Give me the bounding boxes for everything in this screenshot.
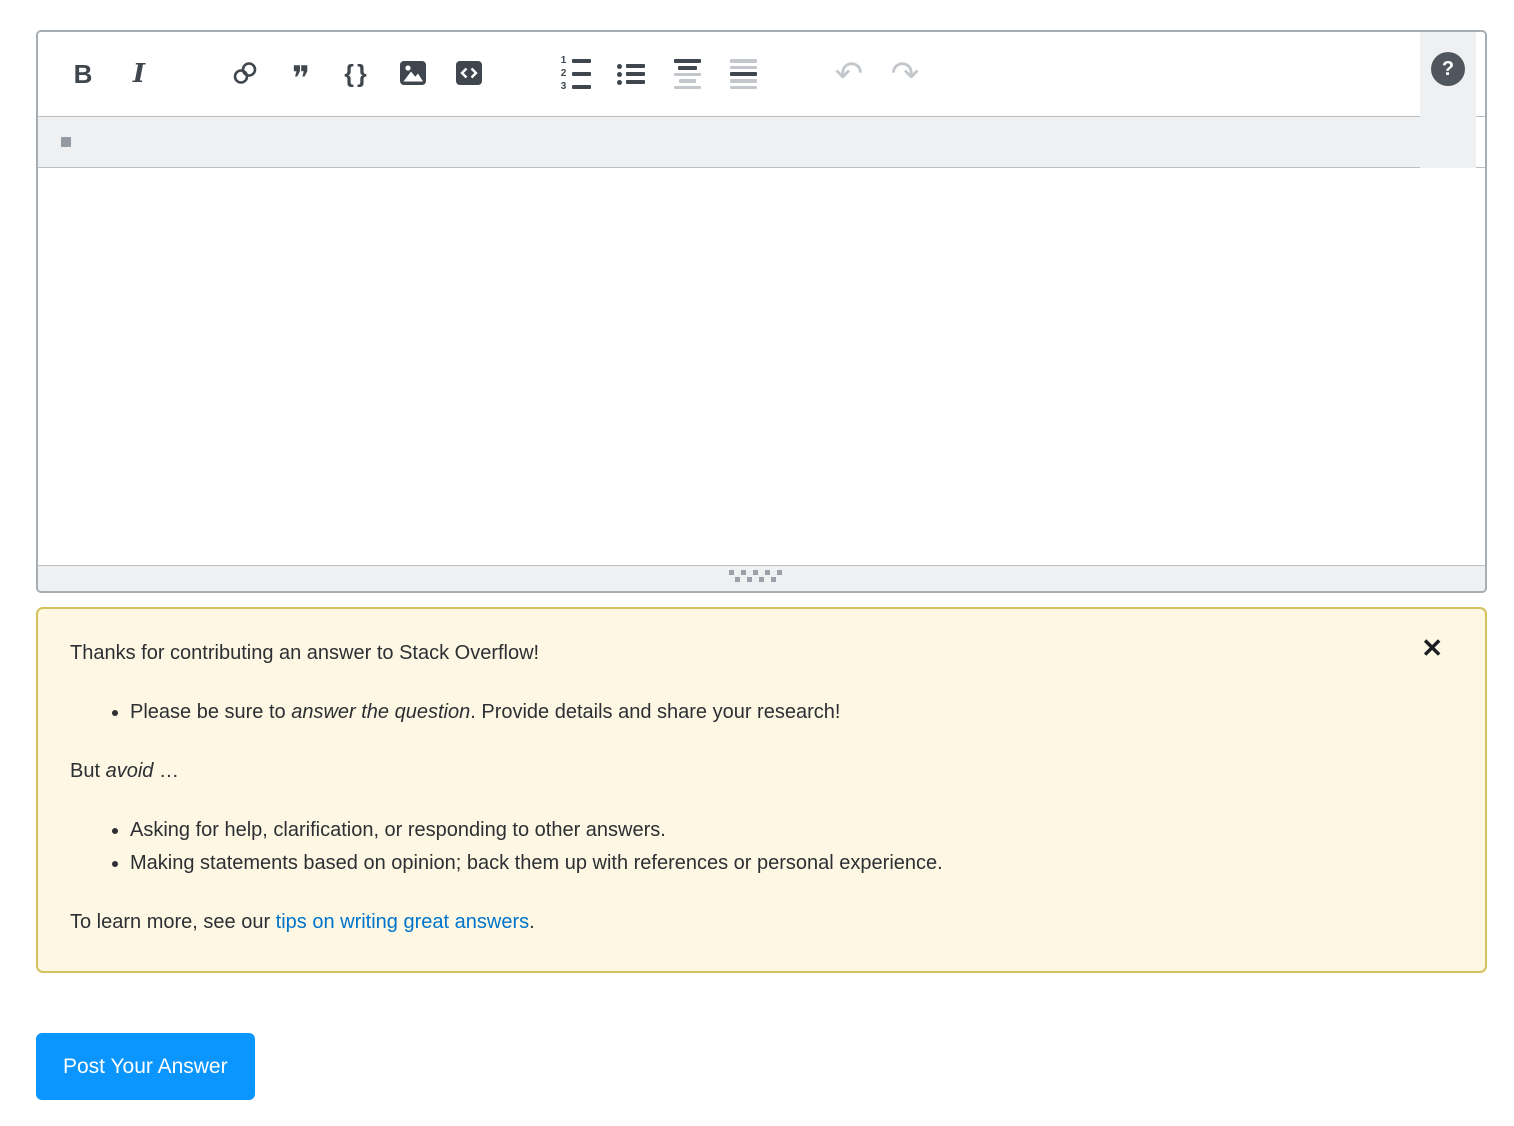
editor-statusbar <box>38 117 1475 167</box>
toolbar-group-history: ↶ ↷ <box>826 51 938 97</box>
post-your-answer-button[interactable]: Post Your Answer <box>36 1033 255 1100</box>
ordered-list-icon: 1 2 3 <box>559 56 591 92</box>
inline-code-icon: {} <box>344 59 370 88</box>
notice-avoid-item: Asking for help, clarification, or respo… <box>130 814 1449 847</box>
statusbar-gap <box>1475 117 1485 167</box>
horizontal-rule-icon <box>729 59 757 89</box>
notice-avoid-list: Asking for help, clarification, or respo… <box>70 814 1449 880</box>
undo-button[interactable]: ↶ <box>826 51 872 97</box>
notice-avoid-item: Making statements based on opinion; back… <box>130 847 1449 880</box>
notice-avoid-intro: But avoid … <box>70 760 179 782</box>
ordered-list-button[interactable]: 1 2 3 <box>552 51 598 97</box>
tips-link[interactable]: tips on writing great answers <box>276 911 529 933</box>
help-strip: ? <box>1420 32 1476 168</box>
answer-body-input[interactable] <box>38 168 1485 565</box>
editor-statusbar-row <box>38 117 1485 168</box>
unordered-list-icon <box>617 63 645 85</box>
toolbar-group-insert: ❞ {} <box>222 51 502 97</box>
image-button[interactable] <box>390 51 436 97</box>
code-block-icon <box>454 58 484 91</box>
close-notice-button[interactable]: ✕ <box>1421 635 1443 661</box>
blockquote-icon: ❞ <box>291 60 311 98</box>
close-icon: ✕ <box>1421 633 1443 663</box>
toolbar-group-text-style: B I <box>60 51 172 97</box>
undo-icon: ↶ <box>834 55 864 93</box>
redo-button[interactable]: ↷ <box>882 51 928 97</box>
editor-toolbar: B I ❞ {} 1 2 3 ↶ ↷ <box>38 32 1485 117</box>
toolbar-group-blocks: 1 2 3 <box>552 51 776 97</box>
redo-icon: ↷ <box>890 55 920 93</box>
heading-icon <box>673 58 701 90</box>
italic-button[interactable]: I <box>116 51 162 97</box>
question-mark-icon: ? <box>1441 57 1455 80</box>
heading-button[interactable] <box>664 51 710 97</box>
grip-dots-icon <box>728 569 795 588</box>
answer-guidance-notice: ✕ Thanks for contributing an answer to S… <box>36 607 1487 973</box>
notice-learn-more: To learn more, see our tips on writing g… <box>70 911 535 933</box>
blockquote-button[interactable]: ❞ <box>278 51 324 97</box>
image-icon <box>398 58 428 91</box>
notice-title: Thanks for contributing an answer to Sta… <box>70 642 540 664</box>
unordered-list-button[interactable] <box>608 51 654 97</box>
link-icon <box>230 58 260 91</box>
help-button[interactable]: ? <box>1431 52 1465 86</box>
code-block-button[interactable] <box>446 51 492 97</box>
bold-button[interactable]: B <box>60 51 106 97</box>
italic-icon: I <box>132 59 146 89</box>
editor-resize-handle[interactable] <box>38 565 1485 591</box>
inline-code-button[interactable]: {} <box>334 51 380 97</box>
horizontal-rule-button[interactable] <box>720 51 766 97</box>
notice-tip-list: Please be sure to answer the question. P… <box>70 696 1449 729</box>
notice-tip-item: Please be sure to answer the question. P… <box>130 696 1449 729</box>
answer-editor: B I ❞ {} 1 2 3 ↶ ↷ ? <box>36 30 1487 593</box>
bold-icon: B <box>73 58 93 89</box>
link-button[interactable] <box>222 51 268 97</box>
cursor-placeholder-square <box>61 137 71 147</box>
